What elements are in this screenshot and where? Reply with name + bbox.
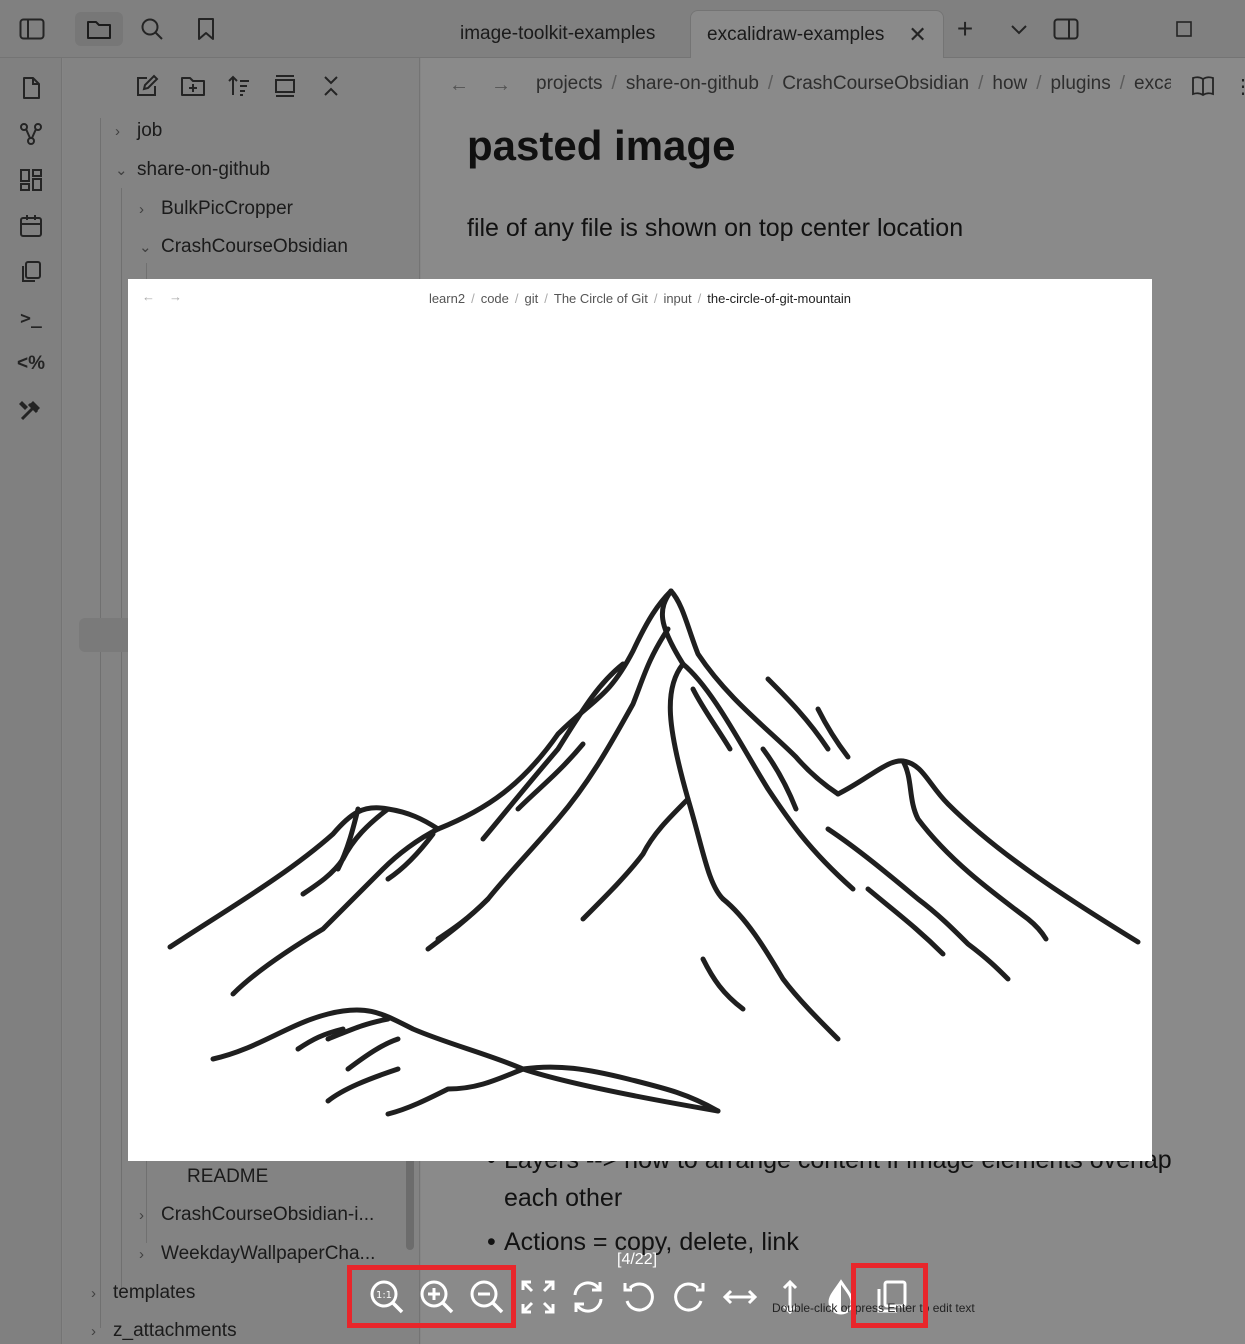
refresh-icon[interactable] [567, 1276, 609, 1318]
breadcrumb-item[interactable]: CrashCourseObsidian [782, 73, 969, 94]
auto-reveal-icon[interactable] [271, 72, 299, 100]
explorer-toolbar [133, 72, 345, 100]
close-icon[interactable]: ✕ [908, 22, 926, 48]
list-item: each other [504, 1184, 623, 1212]
breadcrumb-item[interactable]: plugins [1051, 73, 1111, 94]
sidebar-toggle-icon[interactable] [8, 12, 56, 46]
right-sidebar-toggle-icon[interactable] [1042, 12, 1090, 46]
chevron-right-icon: › [139, 1206, 144, 1224]
tab-excalidraw-examples[interactable]: excalidraw-examples ✕ [690, 10, 944, 58]
folder-icon[interactable] [75, 12, 123, 46]
tree-item-label: WeekdayWallpaperCha... [161, 1243, 376, 1264]
tree-item-crashcourseobsidian-i[interactable]: › CrashCourseObsidian-i... [139, 1204, 374, 1226]
zoom-reset-label: 1:1 [376, 1290, 392, 1301]
templater-icon[interactable]: <% [13, 346, 49, 382]
tab-label: excalidraw-examples [707, 23, 885, 45]
new-note-icon[interactable] [133, 72, 161, 100]
copy-icon[interactable] [13, 254, 49, 290]
tree-item-weekdaywallpaper[interactable]: › WeekdayWallpaperCha... [139, 1243, 375, 1265]
more-options-icon[interactable]: ⋮ [1229, 72, 1245, 100]
sort-icon[interactable] [225, 72, 253, 100]
tree-item-bulkpiccropper[interactable]: › BulkPicCropper [139, 198, 293, 220]
page-title: pasted image [467, 122, 736, 169]
chevron-right-icon: › [91, 1284, 96, 1302]
calendar-icon[interactable] [13, 208, 49, 244]
new-tab-icon[interactable]: + [941, 12, 989, 46]
chevron-down-icon: ⌄ [139, 239, 152, 256]
tree-guide [121, 188, 122, 1288]
tools-icon[interactable] [13, 392, 49, 428]
breadcrumb: projects / share-on-github / CrashCourseObsi… [536, 73, 1171, 95]
editor-nav: ← → [449, 74, 511, 97]
ribbon: >_ <% [0, 58, 62, 1344]
tree-item-readme[interactable]: README [187, 1166, 268, 1188]
tree-item-label: CrashCourseObsidian-i... [161, 1204, 375, 1225]
reading-view-icon[interactable] [1189, 72, 1217, 100]
tab-image-toolkit-examples[interactable]: image-toolkit-examples [444, 10, 671, 58]
image-viewer[interactable]: ← → learn2/code / git / The Circle of Git / in… [128, 279, 1152, 1161]
canvas-icon[interactable] [13, 162, 49, 198]
back-arrow-icon[interactable]: ← [449, 74, 469, 97]
tree-item-share-on-github[interactable]: ⌄ share-on-github [115, 159, 270, 181]
tree-item-templates[interactable]: › templates [91, 1282, 195, 1304]
chevron-down-icon[interactable] [995, 12, 1043, 46]
rotate-left-icon[interactable] [618, 1276, 660, 1318]
graph-icon[interactable] [13, 116, 49, 152]
breadcrumb-item[interactable]: how [992, 73, 1027, 94]
file-icon[interactable] [13, 70, 49, 106]
bookmark-icon[interactable] [182, 12, 230, 46]
tree-guide [100, 118, 101, 1328]
tree-item-crashcourseobsidian[interactable]: ⌄ CrashCourseObsidian [139, 236, 348, 258]
title-bar: image-toolkit-examples excalidraw-exampl… [0, 0, 1245, 58]
bullet-dot: • [487, 1228, 496, 1256]
tree-item-label: z_attachments [113, 1320, 237, 1341]
tab-label: image-toolkit-examples [460, 23, 656, 44]
chevron-right-icon: › [139, 1245, 144, 1263]
maximize-icon[interactable] [1160, 12, 1208, 46]
breadcrumb-item[interactable]: excalidraw [1134, 73, 1171, 94]
zoom-out-icon[interactable] [466, 1276, 508, 1318]
breadcrumb-item[interactable]: share-on-github [626, 73, 759, 94]
zoom-in-icon[interactable] [416, 1276, 458, 1318]
image-counter: [4/22] [617, 1251, 658, 1268]
chevron-down-icon: ⌄ [115, 162, 128, 179]
flip-horizontal-icon[interactable] [719, 1276, 761, 1318]
collapse-all-icon[interactable] [317, 72, 345, 100]
forward-arrow-icon[interactable]: → [491, 74, 511, 97]
tree-item-label: CrashCourseObsidian [161, 236, 348, 257]
fullscreen-icon[interactable] [517, 1276, 559, 1318]
edit-hint: Double-click or press Enter to edit text [772, 1301, 975, 1315]
search-icon[interactable] [128, 12, 176, 46]
paragraph: file of any file is shown on top center … [467, 214, 964, 242]
tree-item-job[interactable]: › job [115, 120, 162, 142]
rotate-right-icon[interactable] [668, 1276, 710, 1318]
tree-item-label: templates [113, 1282, 196, 1303]
terminal-icon[interactable]: >_ [13, 300, 49, 336]
chevron-right-icon: › [91, 1322, 96, 1340]
chevron-right-icon: › [139, 200, 144, 218]
tree-item-z-attachments[interactable]: › z_attachments [91, 1320, 237, 1342]
tree-item-label: BulkPicCropper [161, 198, 293, 219]
chevron-right-icon: › [115, 122, 120, 140]
tree-item-label: share-on-github [137, 159, 271, 180]
mountain-drawing [167, 588, 1141, 1117]
tree-item-label: job [137, 120, 163, 141]
zoom-reset-icon[interactable]: 1:1 [366, 1276, 408, 1318]
tree-item-label: README [187, 1166, 269, 1187]
breadcrumb-item[interactable]: projects [536, 73, 603, 94]
new-folder-icon[interactable] [179, 72, 207, 100]
